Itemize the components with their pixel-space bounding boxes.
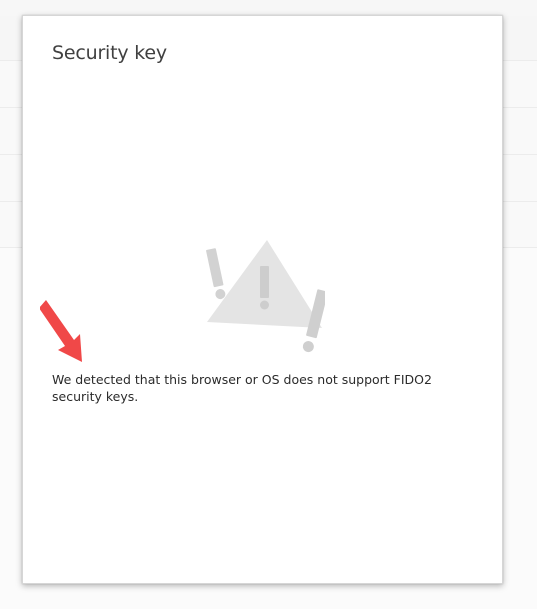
page: Security key We detected that this brows… (0, 0, 537, 609)
security-key-dialog: Security key We detected that this brows… (22, 15, 503, 584)
dialog-title: Security key (52, 42, 167, 64)
red-arrow-icon (40, 300, 82, 362)
warning-triangle-exclamation-icon (206, 240, 325, 353)
unsupported-message: We detected that this browser or OS does… (52, 372, 432, 404)
